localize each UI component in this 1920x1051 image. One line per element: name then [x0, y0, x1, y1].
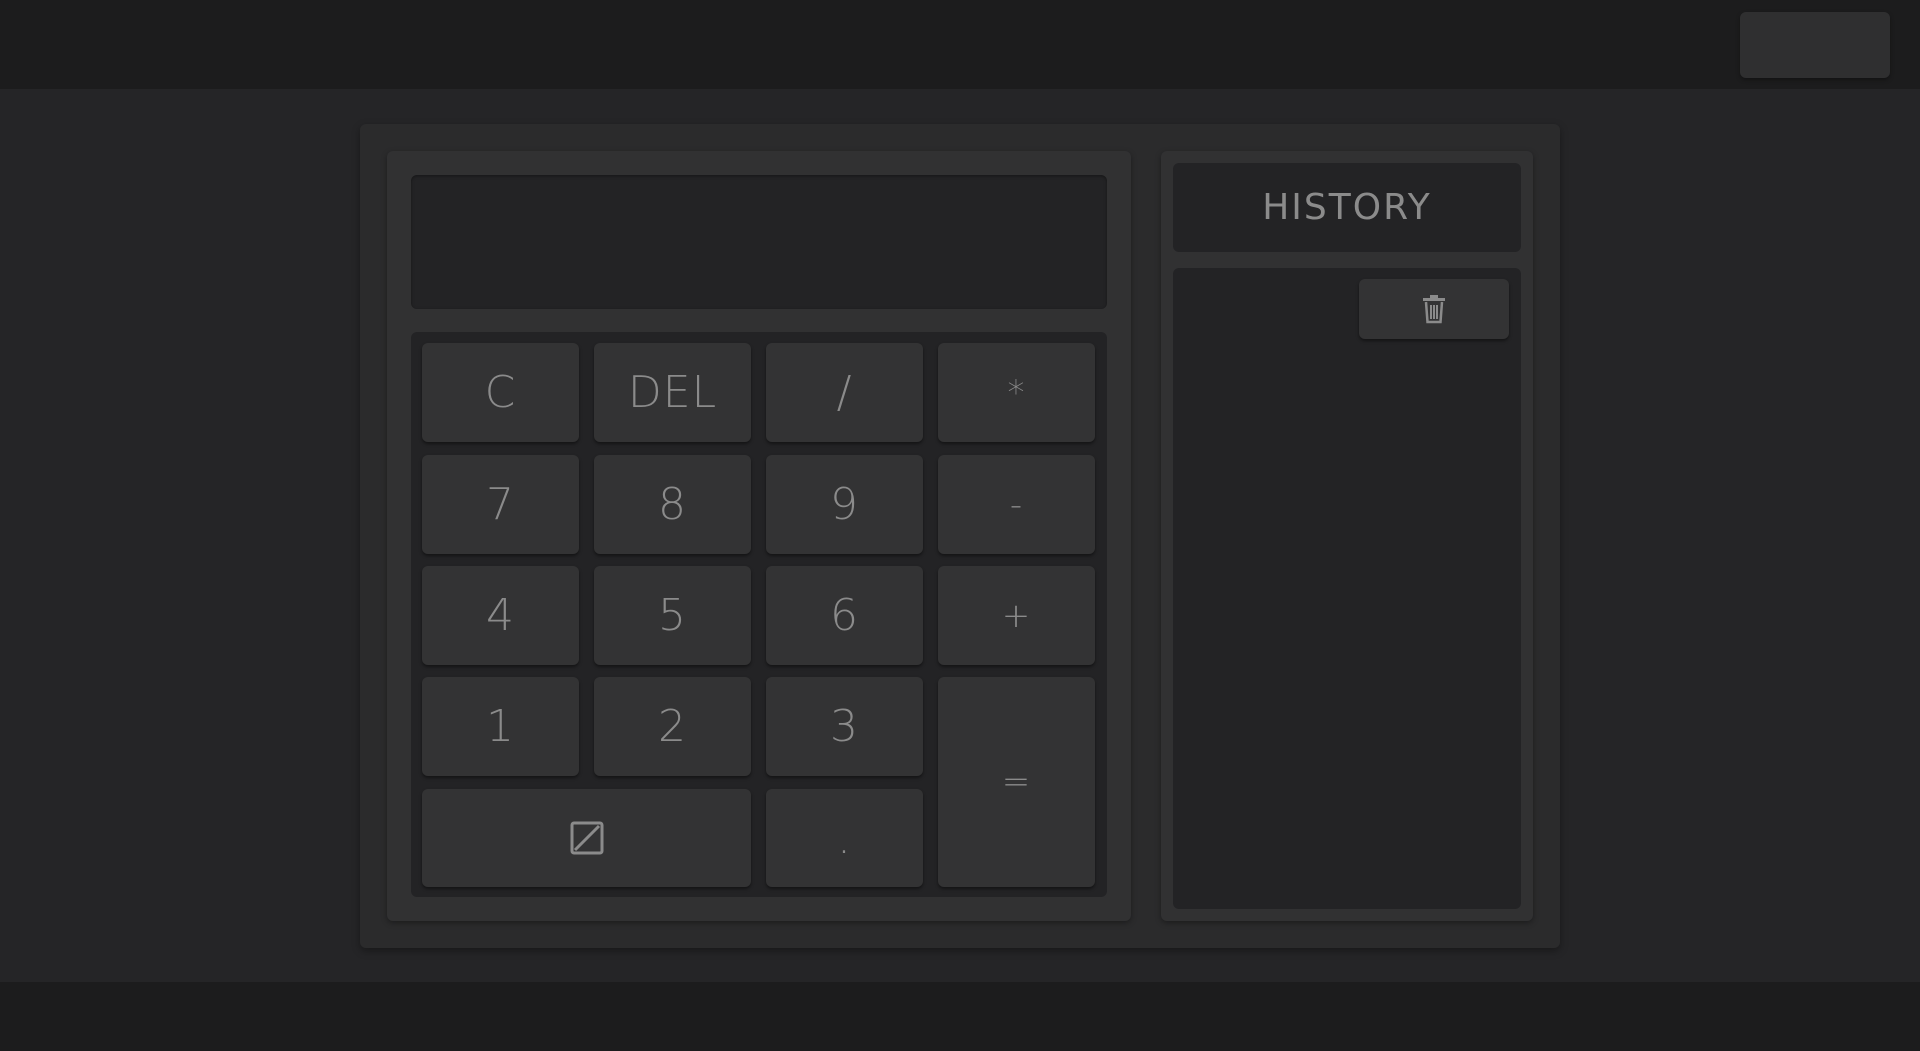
clear-history-button[interactable] — [1359, 279, 1509, 339]
plus-button[interactable]: + — [938, 566, 1095, 665]
equals-button[interactable]: = — [938, 677, 1095, 887]
delete-button[interactable]: DEL — [594, 343, 751, 442]
trash-icon — [1421, 294, 1447, 324]
divide-button[interactable]: / — [766, 343, 923, 442]
empty-set-icon — [569, 820, 605, 856]
history-title: HISTORY — [1173, 163, 1521, 252]
six-button[interactable]: 6 — [766, 566, 923, 665]
multiply-button[interactable]: * — [938, 343, 1095, 442]
history-list — [1173, 268, 1521, 909]
two-button[interactable]: 2 — [594, 677, 751, 776]
top-right-button[interactable] — [1740, 12, 1890, 78]
clear-button[interactable]: C — [422, 343, 579, 442]
decimal-button[interactable]: . — [766, 789, 923, 887]
seven-button[interactable]: 7 — [422, 455, 579, 554]
calculator-display — [411, 175, 1107, 309]
minus-button[interactable]: - — [938, 455, 1095, 554]
one-button[interactable]: 1 — [422, 677, 579, 776]
four-button[interactable]: 4 — [422, 566, 579, 665]
bottom-bar — [0, 982, 1920, 1051]
top-bar — [0, 0, 1920, 89]
nine-button[interactable]: 9 — [766, 455, 923, 554]
eight-button[interactable]: 8 — [594, 455, 751, 554]
five-button[interactable]: 5 — [594, 566, 751, 665]
zero-button[interactable] — [422, 789, 751, 887]
three-button[interactable]: 3 — [766, 677, 923, 776]
